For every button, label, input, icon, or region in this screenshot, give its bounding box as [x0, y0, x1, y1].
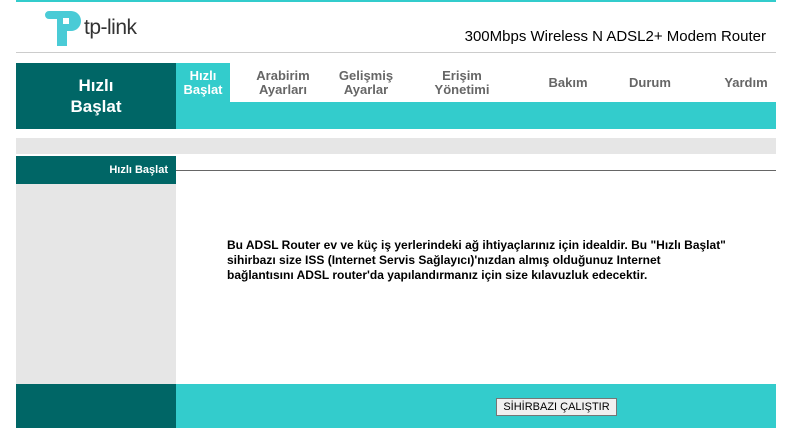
tab-label: Bakım — [548, 74, 588, 90]
tab-maintenance[interactable]: Bakım — [538, 63, 598, 102]
footer-left-panel — [16, 384, 176, 428]
nav-tab-bar: Hızlı Başlat Arabirim Ayarları Gelişmiş Aya… — [176, 63, 776, 102]
nav-section-title: Hızlı Başlat — [16, 63, 176, 129]
tab-label: Arabirim — [256, 67, 310, 83]
tab-label: Hızlı — [189, 67, 217, 83]
run-wizard-button[interactable]: SİHİRBAZI ÇALIŞTIR — [496, 398, 617, 416]
footer-bar: SİHİRBAZI ÇALIŞTIR — [16, 384, 776, 428]
tab-label: Durum — [629, 74, 671, 90]
brand-name: tp-link — [84, 16, 137, 39]
nav-section-title-line2: Başlat — [70, 97, 122, 116]
tab-quick-start[interactable]: Hızlı Başlat — [176, 63, 230, 102]
description-line: sihirbazı size ISS (Internet Servis Sağl… — [227, 253, 661, 267]
tab-access-management[interactable]: Erişim Yönetimi — [422, 63, 502, 102]
footer-right-panel: SİHİRBAZI ÇALIŞTIR — [176, 384, 776, 428]
tp-link-logo-icon — [45, 11, 81, 46]
section-title: Hızlı Başlat — [16, 156, 176, 184]
description-line: Bu ADSL Router ev ve küç iş yerlerindeki… — [227, 238, 726, 252]
section-sidebar — [16, 156, 176, 384]
sub-navigation-bar — [176, 102, 776, 129]
tab-label: Ayarlar — [343, 81, 389, 97]
nav-section-title-line1: Hızlı — [78, 76, 114, 95]
tab-label: Erişim — [442, 67, 482, 83]
spacer-bar — [16, 138, 776, 154]
section-description: Bu ADSL Router ev ve küç iş yerlerindeki… — [227, 238, 757, 283]
header-divider — [16, 52, 776, 53]
quick-start-section: Hızlı Başlat Bu ADSL Router ev ve küç iş… — [16, 156, 776, 384]
tab-advanced-settings[interactable]: Gelişmiş Ayarlar — [326, 63, 406, 102]
tab-label: Yardım — [724, 74, 768, 90]
top-accent-line — [16, 0, 776, 2]
tab-label: Başlat — [183, 81, 223, 97]
tab-help[interactable]: Yardım — [716, 63, 776, 102]
description-line: bağlantısını ADSL router'da yapılandırma… — [227, 268, 648, 282]
tab-label: Gelişmiş — [338, 67, 394, 83]
main-navigation: Hızlı Başlat Hızlı Başlat Arabirim Ayarlar… — [16, 63, 776, 129]
tab-label: Yönetimi — [434, 81, 490, 97]
tab-label: Ayarları — [259, 81, 307, 97]
tp-link-logo: tp-link — [43, 8, 163, 48]
tab-status[interactable]: Durum — [620, 63, 680, 102]
model-name: 300Mbps Wireless N ADSL2+ Modem Router — [464, 28, 766, 45]
section-divider — [176, 170, 776, 171]
tab-interface-settings[interactable]: Arabirim Ayarları — [243, 63, 323, 102]
